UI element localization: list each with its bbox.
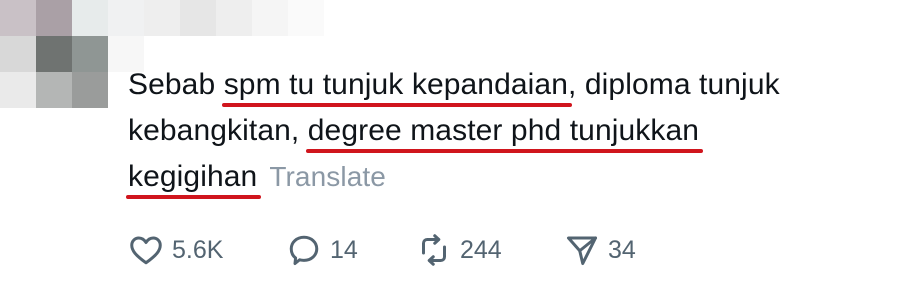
reply-button[interactable]: 14 bbox=[286, 232, 416, 268]
tweet-line-3: kegigihan Translate bbox=[125, 154, 888, 200]
reply-count: 14 bbox=[330, 235, 358, 264]
retweet-button[interactable]: 244 bbox=[416, 232, 564, 268]
highlighted-phrase-degree: degree master phd tunjukkan bbox=[305, 108, 704, 154]
tweet-action-bar: 5.6K 14 244 34 bbox=[128, 230, 684, 270]
tweet-line-1: Sebab spm tu tunjuk kepandaian, diploma … bbox=[128, 62, 888, 108]
share-count: 34 bbox=[608, 235, 636, 264]
share-icon bbox=[567, 236, 597, 265]
retweet-icon bbox=[422, 234, 446, 266]
reply-bubble-icon bbox=[289, 235, 319, 265]
retweet-count: 244 bbox=[460, 235, 502, 264]
text-sebab: Sebab bbox=[128, 68, 224, 101]
tweet-text: Sebab spm tu tunjuk kepandaian, diploma … bbox=[125, 62, 888, 200]
like-button[interactable]: 5.6K bbox=[128, 232, 286, 268]
highlighted-phrase-spm: spm tu tunjuk kepandaian bbox=[221, 62, 573, 108]
text-diploma: , diploma tunjuk bbox=[567, 68, 780, 101]
like-count: 5.6K bbox=[172, 235, 224, 264]
tweet-line-2: kebangkitan, degree master phd tunjukkan bbox=[128, 108, 888, 154]
share-button[interactable]: 34 bbox=[564, 232, 684, 268]
translate-link[interactable]: Translate bbox=[269, 161, 386, 192]
heart-icon bbox=[130, 236, 162, 265]
text-kebangkitan: kebangkitan, bbox=[128, 114, 308, 147]
highlighted-phrase-kegigihan: kegigihan bbox=[125, 154, 262, 200]
